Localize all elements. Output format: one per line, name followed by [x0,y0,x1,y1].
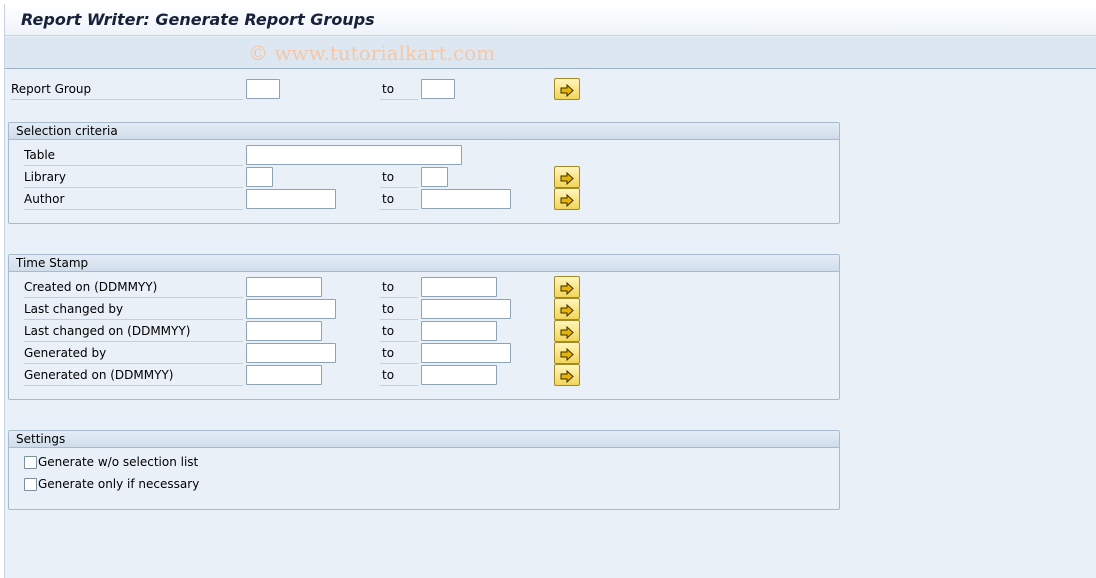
generate-without-selection-list-checkbox[interactable] [24,456,37,469]
last-changed-on-to-label: to [380,322,418,342]
arrow-right-icon [560,172,574,185]
generated-on-to-input[interactable] [421,365,497,385]
library-multiple-selection-button[interactable] [554,166,580,188]
created-on-multiple-selection-button[interactable] [554,276,580,298]
author-from-input[interactable] [246,189,336,209]
library-to-input[interactable] [421,167,448,187]
created-on-label: Created on (DDMMYY) [24,278,243,298]
report-group-label: Report Group [11,80,243,100]
last-changed-by-from-input[interactable] [246,299,336,319]
page-title: Report Writer: Generate Report Groups [21,10,375,29]
generate-only-if-necessary-checkbox[interactable] [24,478,37,491]
selection-criteria-heading: Selection criteria [9,123,839,140]
arrow-right-icon [560,326,574,339]
arrow-right-icon [560,84,574,97]
library-label: Library [24,168,243,188]
table-label: Table [24,146,243,166]
watermark: © www.tutorialkart.com [248,41,496,65]
author-to-label: to [380,190,418,210]
time-stamp-heading: Time Stamp [9,255,839,272]
last-changed-on-from-input[interactable] [246,321,322,341]
report-group-multiple-selection-button[interactable] [554,78,580,100]
sap-window: Report Writer: Generate Report Groups © … [4,4,1096,578]
settings-heading: Settings [9,431,839,448]
library-from-input[interactable] [246,167,273,187]
created-on-from-input[interactable] [246,277,322,297]
last-changed-by-to-input[interactable] [421,299,511,319]
created-on-to-label: to [380,278,418,298]
author-label: Author [24,190,243,210]
last-changed-on-to-input[interactable] [421,321,497,341]
report-group-to-label: to [380,80,418,100]
last-changed-by-label: Last changed by [24,300,243,320]
arrow-right-icon [560,282,574,295]
title-bar: Report Writer: Generate Report Groups [5,4,1096,36]
arrow-right-icon [560,304,574,317]
generated-by-multiple-selection-button[interactable] [554,342,580,364]
table-input[interactable] [246,145,462,165]
arrow-right-icon [560,370,574,383]
created-on-to-input[interactable] [421,277,497,297]
library-to-label: to [380,168,418,188]
application-toolbar: © www.tutorialkart.com [5,37,1096,69]
generated-by-to-input[interactable] [421,343,511,363]
report-group-from-input[interactable] [246,79,280,99]
settings-group: Settings [8,430,840,510]
generated-by-to-label: to [380,344,418,364]
generate-only-if-necessary-label: Generate only if necessary [38,477,200,491]
last-changed-on-label: Last changed on (DDMMYY) [24,322,243,342]
generated-on-to-label: to [380,366,418,386]
author-multiple-selection-button[interactable] [554,188,580,210]
generate-without-selection-list-label: Generate w/o selection list [38,455,199,469]
arrow-right-icon [560,348,574,361]
generated-on-label: Generated on (DDMMYY) [24,366,243,386]
last-changed-on-multiple-selection-button[interactable] [554,320,580,342]
generated-by-from-input[interactable] [246,343,336,363]
generated-on-multiple-selection-button[interactable] [554,364,580,386]
last-changed-by-multiple-selection-button[interactable] [554,298,580,320]
report-group-to-input[interactable] [421,79,455,99]
generated-by-label: Generated by [24,344,243,364]
author-to-input[interactable] [421,189,511,209]
arrow-right-icon [560,194,574,207]
generated-on-from-input[interactable] [246,365,322,385]
last-changed-by-to-label: to [380,300,418,320]
